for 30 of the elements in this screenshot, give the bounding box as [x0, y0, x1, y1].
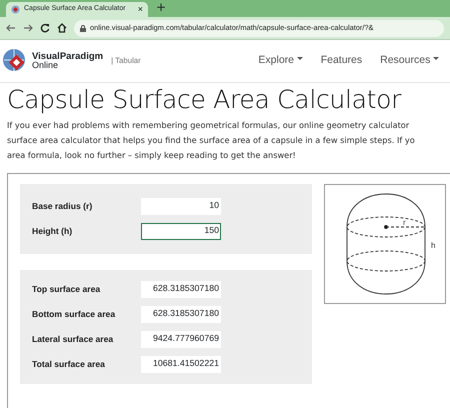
new-tab-icon[interactable]: +: [156, 1, 166, 13]
lock-icon: [80, 24, 86, 32]
nav-link[interactable]: Resources: [371, 53, 448, 69]
brand-subtitle: Online: [32, 61, 58, 70]
forward-icon[interactable]: [23, 23, 33, 33]
input-field[interactable]: 150: [141, 223, 221, 240]
radius-label: r: [403, 218, 406, 227]
result-value: 628.3185307180: [141, 281, 221, 298]
brand-name: VisualParadigm: [32, 52, 104, 62]
result-value: 628.3185307180: [141, 306, 221, 323]
result-label: Total surface area: [32, 358, 106, 371]
nav-link[interactable]: Explore: [249, 53, 312, 69]
field-label: Base radius (r): [32, 200, 94, 213]
result-value: 9424.777960769: [141, 331, 221, 348]
result-value: 10681.41502221: [141, 356, 221, 373]
back-icon[interactable]: [6, 23, 16, 33]
reload-icon[interactable]: [40, 23, 50, 33]
site-icon: [11, 5, 20, 14]
close-icon[interactable]: ×: [138, 2, 143, 16]
home-icon[interactable]: [57, 23, 67, 33]
logo-icon: [2, 48, 28, 74]
result-label: Top surface area: [32, 283, 102, 296]
nav-link[interactable]: Features: [312, 53, 372, 69]
height-label: h: [431, 241, 436, 250]
field-label: Height (h): [32, 225, 74, 238]
result-label: Bottom surface area: [32, 308, 116, 321]
intro-paragraph: If you ever had problems with remembering geometrical formulas, our online geometry calculator surface area calculator that helps you find the surface area of a capsule in a few simple steps. If yo area formula, look no further – simply keep reading to get the answer!: [7, 119, 416, 162]
result-label: Lateral surface area: [32, 333, 114, 346]
input-field[interactable]: 10: [141, 198, 221, 215]
page-title: Capsule Surface Area Calculator: [7, 85, 402, 115]
